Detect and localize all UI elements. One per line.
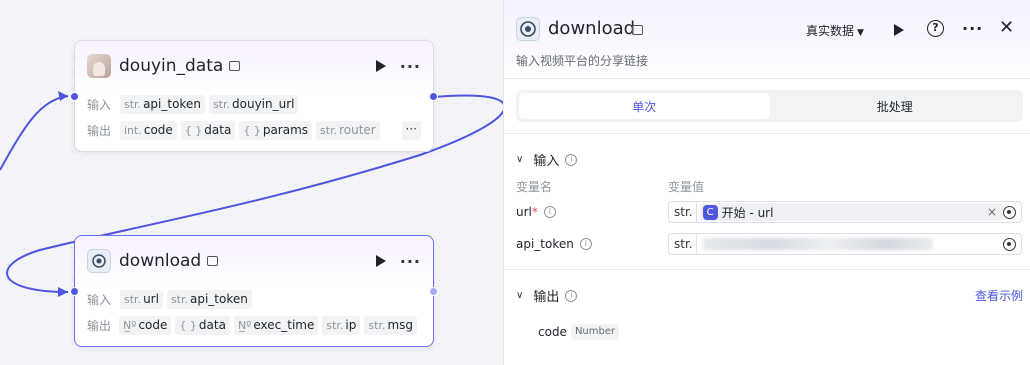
node-title: download bbox=[119, 251, 202, 271]
node-douyin-data[interactable]: douyin_data ··· 输入 str. api_token str. dou… bbox=[70, 40, 438, 152]
tab-batch[interactable]: 批处理 bbox=[770, 93, 1021, 119]
output-chip: N̲º exec_time bbox=[233, 315, 319, 335]
output-port[interactable] bbox=[429, 92, 438, 101]
type-tag: Number bbox=[570, 324, 620, 340]
run-node-icon[interactable] bbox=[375, 60, 386, 72]
output-chip: { } params bbox=[239, 120, 313, 140]
reference-text: 开始 - url bbox=[721, 205, 774, 220]
close-icon[interactable]: ✕ bbox=[999, 17, 1014, 38]
input-port[interactable] bbox=[70, 92, 79, 101]
edge-start-to-douyin bbox=[0, 95, 69, 171]
chevron-down-icon: ∨ bbox=[516, 154, 524, 165]
run-icon[interactable] bbox=[894, 24, 904, 36]
redacted-value bbox=[702, 238, 933, 250]
output-item: code Number bbox=[538, 324, 620, 340]
download-plugin-icon bbox=[87, 249, 111, 273]
more-options-icon[interactable]: ··· bbox=[400, 252, 421, 271]
plugin-badge-icon bbox=[229, 61, 241, 71]
output-chip: { } data bbox=[175, 315, 230, 335]
node-header: douyin_data ··· bbox=[75, 41, 433, 91]
edge-arrow-douyin bbox=[58, 91, 68, 101]
download-plugin-icon bbox=[516, 17, 540, 41]
node-inputs-row: 输入 str. api_token str. douyin_url bbox=[75, 91, 433, 117]
panel-header: download 真实数据 ▼ ? ··· ✕ 输入视频平台的分享链接 bbox=[504, 0, 1030, 78]
divider bbox=[504, 133, 1030, 134]
help-icon[interactable]: ? bbox=[927, 20, 944, 37]
tab-single[interactable]: 单次 bbox=[519, 93, 770, 119]
more-outputs-button[interactable]: ··· bbox=[401, 120, 421, 140]
node-header: download ··· bbox=[75, 236, 433, 286]
input-chip: str. url bbox=[120, 289, 163, 309]
reference-picker-icon[interactable] bbox=[1003, 205, 1016, 219]
type-label: str. bbox=[671, 234, 697, 254]
input-section-toggle[interactable]: ∨ 输入 i bbox=[516, 150, 578, 169]
input-chip: str. douyin_url bbox=[208, 94, 299, 114]
output-chip: int. code bbox=[120, 120, 177, 140]
plugin-badge-icon bbox=[207, 256, 219, 266]
clear-icon[interactable]: × bbox=[987, 205, 997, 219]
more-options-icon[interactable]: ··· bbox=[400, 57, 421, 76]
reference-picker-icon[interactable] bbox=[1003, 237, 1016, 251]
panel-description: 输入视频平台的分享链接 bbox=[516, 54, 649, 68]
divider bbox=[504, 269, 1030, 270]
input-chip: str. api_token bbox=[166, 289, 252, 309]
edge-arrow-download bbox=[58, 287, 68, 297]
api-token-value-field[interactable]: str. bbox=[668, 233, 1022, 255]
var-label-url: url * i bbox=[516, 205, 556, 219]
panel-title: download bbox=[548, 18, 636, 39]
node-detail-panel: download 真实数据 ▼ ? ··· ✕ 输入视频平台的分享链接 单次 批处… bbox=[503, 0, 1030, 365]
view-example-link[interactable]: 查看示例 bbox=[975, 287, 1023, 304]
caret-down-icon: ▼ bbox=[857, 28, 864, 38]
info-icon: i bbox=[565, 153, 578, 166]
output-chip: str. ip bbox=[322, 315, 361, 335]
inputs-label: 输入 bbox=[87, 97, 112, 112]
info-icon: i bbox=[565, 289, 578, 302]
var-label-api-token: api_token i bbox=[516, 237, 592, 251]
start-node-icon: C bbox=[702, 204, 718, 220]
more-options-icon[interactable]: ··· bbox=[962, 19, 983, 38]
run-mode-tabs: 单次 批处理 bbox=[516, 90, 1023, 122]
url-value-field[interactable]: str. C 开始 - url × bbox=[668, 201, 1022, 223]
input-port[interactable] bbox=[70, 287, 79, 296]
output-chip: N̲º code bbox=[119, 315, 172, 335]
data-mode-dropdown[interactable]: 真实数据 ▼ bbox=[806, 22, 864, 39]
col-var-value: 变量值 bbox=[668, 180, 705, 194]
col-var-name: 变量名 bbox=[516, 180, 553, 194]
input-chip: str. api_token bbox=[120, 94, 205, 114]
node-inputs-row: 输入 str. url str. api_token bbox=[75, 286, 433, 312]
output-chip: str. msg bbox=[364, 315, 417, 335]
output-port[interactable] bbox=[429, 287, 438, 296]
outputs-label: 输出 bbox=[87, 123, 112, 138]
node-outputs-row: 输出 N̲º code { } data N̲º exec_time str. ip s… bbox=[75, 312, 433, 338]
output-chip: { } data bbox=[180, 120, 236, 140]
plugin-badge-icon bbox=[632, 25, 643, 35]
douyin-avatar-icon bbox=[87, 54, 111, 78]
output-section-toggle[interactable]: ∨ 输出 i bbox=[516, 286, 578, 305]
info-icon: i bbox=[543, 206, 556, 218]
divider bbox=[504, 78, 1030, 79]
info-icon: i bbox=[579, 238, 592, 250]
type-label: str. bbox=[671, 202, 697, 222]
outputs-label: 输出 bbox=[87, 318, 112, 333]
chevron-down-icon: ∨ bbox=[516, 290, 524, 301]
node-download[interactable]: download ··· 输入 str. url str. api_token 输出… bbox=[70, 235, 438, 347]
node-outputs-row: 输出 int. code { } data { } params str. router… bbox=[75, 117, 433, 143]
node-title: douyin_data bbox=[119, 56, 224, 76]
run-node-icon[interactable] bbox=[375, 255, 386, 267]
output-chip: str. router bbox=[316, 120, 380, 140]
variable-reference[interactable]: C 开始 - url × bbox=[699, 203, 1003, 221]
inputs-label: 输入 bbox=[87, 292, 112, 307]
